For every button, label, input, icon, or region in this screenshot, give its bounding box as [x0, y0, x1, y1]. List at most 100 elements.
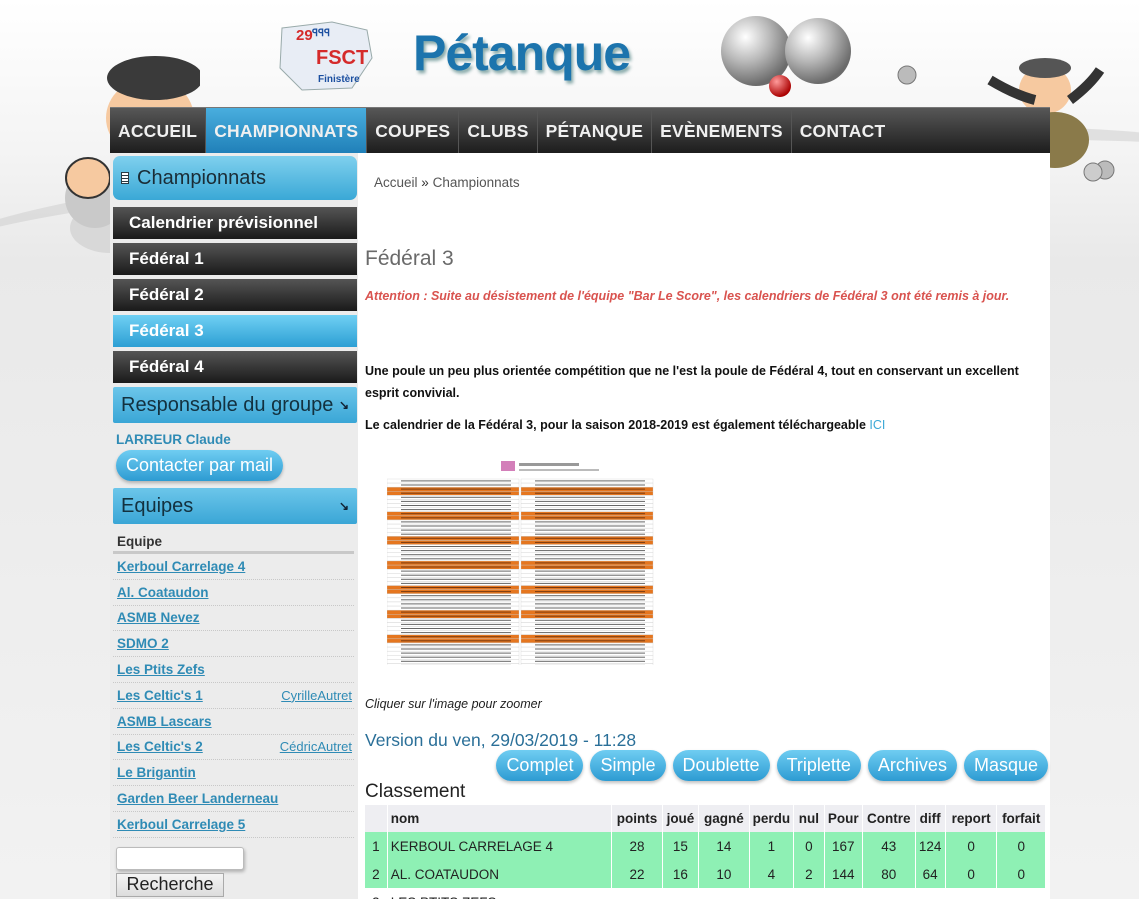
tab-doublette[interactable]: Doublette	[672, 750, 770, 781]
cell-nul: 0	[793, 832, 825, 860]
team-link[interactable]: Garden Beer Landerneau	[117, 791, 278, 806]
breadcrumb: Accueil » Championnats	[374, 175, 520, 190]
cell-rank: 3	[365, 888, 388, 899]
col-report[interactable]: report	[945, 805, 998, 832]
tab-archives[interactable]: Archives	[867, 750, 957, 781]
team-row: Le Brigantin	[113, 760, 354, 787]
cell-diff: 64	[915, 860, 946, 888]
cell-rank: 1	[365, 832, 388, 860]
team-link[interactable]: Le Brigantin	[117, 765, 196, 780]
menu-federal-4[interactable]: Fédéral 4	[113, 351, 357, 383]
teams-section-title: Equipes	[121, 494, 194, 517]
team-link[interactable]: Kerboul Carrelage 4	[117, 559, 245, 574]
search-button[interactable]: Recherche	[116, 872, 224, 897]
team-link[interactable]: ASMB Nevez	[117, 610, 200, 625]
cell-gagne: 10	[698, 860, 750, 888]
nav-petanque[interactable]: PÉTANQUE	[538, 108, 653, 154]
cell-report: 0	[945, 860, 998, 888]
cell-report: 0	[945, 832, 998, 860]
team-link[interactable]: Les Ptits Zefs	[117, 662, 205, 677]
team-captain[interactable]: CédricAutret	[280, 739, 352, 754]
col-pour[interactable]: Pour	[824, 805, 863, 832]
download-link[interactable]: ICI	[869, 418, 885, 432]
search-input[interactable]	[116, 846, 244, 870]
team-link[interactable]: Al. Coataudon	[117, 585, 209, 600]
sidebar-title: Championnats	[113, 156, 357, 200]
team-captain[interactable]: CyrilleAutret	[281, 688, 352, 703]
col-forfait[interactable]: forfait	[996, 805, 1046, 832]
collapse-arrow-icon[interactable]: ↘	[339, 398, 349, 412]
main-area: Championnats Calendrier prévisionnel Féd…	[110, 153, 1050, 899]
col-contre[interactable]: Contre	[862, 805, 916, 832]
collapse-arrow-icon[interactable]: ↘	[339, 499, 349, 513]
cell-perdu: 4	[749, 860, 795, 888]
tab-masque[interactable]: Masque	[963, 750, 1048, 781]
download-paragraph: Le calendrier de la Fédéral 3, pour la s…	[365, 418, 1050, 432]
alert-message: Attention : Suite au désistement de l'éq…	[365, 289, 1010, 303]
standings-table: nom points joué gagné perdu nul Pour Con…	[365, 805, 1046, 899]
team-link[interactable]: ASMB Lascars	[117, 714, 212, 729]
col-diff[interactable]: diff	[915, 805, 946, 832]
document-icon	[121, 172, 129, 184]
cell-team: LES PTITS ZEFS	[387, 888, 613, 899]
cell-rank: 2	[365, 860, 388, 888]
nav-evenements[interactable]: EVÈNEMENTS	[652, 108, 792, 154]
team-link[interactable]: Kerboul Carrelage 5	[117, 817, 245, 832]
team-link[interactable]: Les Celtic's 1	[117, 688, 203, 703]
download-text: Le calendrier de la Fédéral 3, pour la s…	[365, 418, 870, 432]
content: Accueil » Championnats Fédéral 3 Attenti…	[365, 153, 1050, 899]
team-row: Kerboul Carrelage 5	[113, 812, 354, 838]
breadcrumb-home[interactable]: Accueil	[374, 175, 418, 190]
table-row: 2 AL. COATAUDON 22 16 10 4 2 144 80 64 0…	[365, 860, 1046, 888]
site-title: Pétanque	[413, 25, 631, 81]
petanque-balls-illustration	[721, 16, 851, 97]
cell-joue: 16	[662, 860, 700, 888]
teams-header: Equipe	[113, 534, 354, 554]
tab-simple[interactable]: Simple	[590, 750, 666, 781]
nav-coupes[interactable]: COUPES	[367, 108, 460, 154]
col-gagne[interactable]: gagné	[698, 805, 750, 832]
standings-header-row: nom points joué gagné perdu nul Pour Con…	[365, 805, 1046, 832]
table-row: 1 KERBOUL CARRELAGE 4 28 15 14 1 0 167 4…	[365, 832, 1046, 860]
main-nav: ACCUEIL CHAMPIONNATS COUPES CLUBS PÉTANQ…	[110, 107, 1050, 154]
menu-calendrier[interactable]: Calendrier prévisionnel	[113, 207, 357, 239]
zoom-caption: Cliquer sur l'image pour zoomer	[365, 697, 542, 711]
team-row: Les Celtic's 1 CyrilleAutret	[113, 683, 354, 709]
col-perdu[interactable]: perdu	[749, 805, 795, 832]
cell-points	[611, 888, 663, 899]
cell-team: AL. COATAUDON	[387, 860, 613, 888]
tab-triplette[interactable]: Triplette	[776, 750, 861, 781]
cell-pour: 167	[824, 832, 863, 860]
page: 29 ꟼꟼꟼ FSCT Finistère Pétanque ACCUEIL C…	[0, 0, 1139, 899]
menu-federal-3[interactable]: Fédéral 3	[113, 315, 357, 347]
team-row: ASMB Lascars	[113, 709, 354, 735]
calendar-thumbnail-image[interactable]	[387, 459, 657, 665]
fsct-logo[interactable]: 29 ꟼꟼꟼ FSCT Finistère	[272, 18, 382, 98]
menu-federal-2[interactable]: Fédéral 2	[113, 279, 357, 311]
cell-team: KERBOUL CARRELAGE 4	[387, 832, 613, 860]
version-label: Version du ven, 29/03/2019 - 11:28	[365, 730, 637, 750]
nav-accueil[interactable]: ACCUEIL	[110, 108, 207, 154]
team-link[interactable]: SDMO 2	[117, 636, 169, 651]
col-points[interactable]: points	[611, 805, 663, 832]
nav-contact[interactable]: CONTACT	[792, 108, 894, 154]
logo-acronym: FSCT	[316, 47, 368, 69]
tab-complet[interactable]: Complet	[496, 750, 584, 781]
menu-federal-1[interactable]: Fédéral 1	[113, 243, 357, 275]
nav-championnats[interactable]: CHAMPIONNATS	[206, 108, 368, 154]
contact-mail-button[interactable]: Contacter par mail	[116, 450, 284, 481]
nav-clubs[interactable]: CLUBS	[459, 108, 538, 154]
col-joue[interactable]: joué	[662, 805, 700, 832]
logo-region: Finistère	[318, 74, 360, 85]
team-link[interactable]: Les Celtic's 2	[117, 739, 203, 754]
cell-pour: 144	[824, 860, 863, 888]
col-nul[interactable]: nul	[793, 805, 825, 832]
cell-diff: 124	[915, 832, 946, 860]
cell-nul: 2	[793, 860, 825, 888]
intro-paragraph: Une poule un peu plus orientée compétiti…	[365, 364, 1019, 400]
team-row: Al. Coataudon	[113, 580, 354, 606]
sidebar: Championnats Calendrier prévisionnel Féd…	[110, 153, 358, 899]
cell-points: 22	[611, 860, 663, 888]
col-nom[interactable]: nom	[387, 805, 613, 832]
team-row: Kerboul Carrelage 4	[113, 554, 354, 580]
